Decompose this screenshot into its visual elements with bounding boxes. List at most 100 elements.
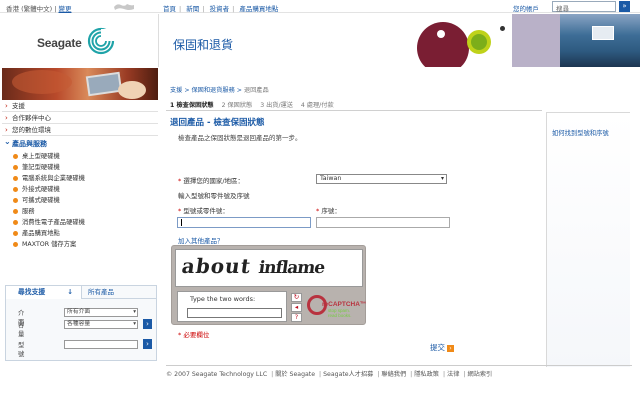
bullet-icon [13, 198, 18, 203]
bullet-icon [13, 209, 18, 214]
left-banner-photo [2, 68, 158, 100]
required-field-note: * 必要欄位 [178, 331, 210, 339]
breadcrumb: 支援 > 保固和退貨服務 > 退回產品 [170, 87, 269, 94]
account-link[interactable]: 您的帳戶 [513, 3, 539, 13]
tab-find-support[interactable]: 尋找支援 ↓ [6, 286, 82, 299]
step-4: 4 處理/付款 [300, 102, 334, 109]
world-map-icon [114, 4, 134, 10]
captcha-input[interactable] [187, 308, 282, 318]
footer-sitemap-link[interactable]: 網站索引 [467, 371, 492, 378]
recaptcha-widget: about inflame Type the two words: ↻ ◂ ? … [171, 245, 366, 325]
seagate-logo[interactable]: Seagate [0, 14, 159, 67]
left-navigation: 支援 合作夥伴中心 您的數位環境 產品與服務 桌上型硬碟機 筆記型硬碟機 電腦系… [2, 100, 158, 250]
country-select[interactable]: Taiwan ▾ [316, 174, 447, 184]
bullet-icon [13, 242, 18, 247]
bullet-icon [13, 231, 18, 236]
nav-desktop-drives[interactable]: 桌上型硬碟機 [2, 151, 158, 162]
nav-portable-drives[interactable]: 可攜式硬碟機 [2, 195, 158, 206]
breadcrumb-support[interactable]: 支援 [170, 87, 182, 94]
footer-privacy-link[interactable]: 隱私政策 [414, 371, 439, 378]
decorative-dot [500, 26, 505, 31]
help-icon[interactable]: ? [291, 313, 302, 322]
nav-investors-link[interactable]: 投資者 [210, 5, 230, 13]
country-label: * 選擇您的國家/地區： [178, 177, 245, 185]
nav-digital-environment[interactable]: 您的數位環境 [2, 124, 158, 136]
bullet-icon [13, 176, 18, 181]
nav-partner-center[interactable]: 合作夥伴中心 [2, 112, 158, 124]
search-input[interactable]: 搜尋 [552, 1, 616, 13]
recaptcha-logo: reCAPTCHA™ stop spam. read books. [307, 293, 366, 321]
footer-about-link[interactable]: 關於 Seagate [275, 371, 315, 378]
page-title: 保固和退貨 [173, 38, 234, 52]
logo-wordmark: Seagate [37, 36, 82, 50]
arrow-right-icon: › [447, 344, 454, 352]
form-heading: 退回產品 - 檢查保固狀態 [170, 118, 265, 128]
nav-where-to-buy-link[interactable]: 產品購買地點 [239, 5, 278, 13]
captcha-response-area: Type the two words: [177, 291, 287, 322]
monitor-image [592, 26, 614, 40]
nav-services[interactable]: 服務 [2, 206, 158, 217]
submit-button[interactable]: 提交 › [430, 342, 454, 353]
model-number-input[interactable] [177, 217, 311, 228]
refresh-icon[interactable]: ↻ [291, 293, 302, 302]
audio-icon[interactable]: ◂ [291, 303, 302, 312]
decorative-circle [417, 22, 469, 67]
laptop-image [12, 70, 146, 99]
nav-home-link[interactable]: 首頁 [163, 5, 176, 13]
breadcrumb-warranty[interactable]: 保固和退貨服務 [192, 87, 235, 94]
banner-photo [560, 14, 640, 67]
region-label: 香港 (繁體中文) [6, 5, 53, 13]
captcha-prompt: Type the two words: [190, 295, 256, 303]
capacity-select[interactable]: 各種容量 ▾ [64, 320, 138, 329]
nav-enterprise-drives[interactable]: 電腦系統與企業硬碟機 [2, 173, 158, 184]
serial-number-label: * 序號： [316, 207, 341, 215]
region-change-link[interactable]: 變更 [58, 5, 71, 13]
captcha-word-2: inflame [257, 258, 326, 278]
chevron-down-icon: ▾ [133, 321, 136, 327]
nav-maxtor[interactable]: MAXTOR 儲存方案 [2, 239, 158, 250]
nav-consumer-electronics[interactable]: 消費性電子產品硬碟機 [2, 217, 158, 228]
add-product-link[interactable]: 加入其他產品？ [178, 235, 224, 245]
nav-external-drives[interactable]: 外接式硬碟機 [2, 184, 158, 195]
search-button[interactable]: » [619, 1, 630, 12]
nav-support[interactable]: 支援 [2, 100, 158, 112]
bullet-icon [13, 165, 18, 170]
serial-number-input[interactable] [316, 217, 450, 228]
seagate-swirl-icon [87, 27, 115, 55]
decorative-circle-green [467, 30, 491, 54]
bullet-icon [13, 187, 18, 192]
model-go-button[interactable]: › [143, 339, 152, 349]
enter-numbers-label: 輸入型號和零件號及序號 [178, 192, 250, 200]
support-tabs: 尋找支援 ↓ 所有產品 [6, 286, 156, 299]
arrow-down-icon: ↓ [67, 288, 73, 296]
interface-go-button[interactable]: › [143, 319, 152, 329]
model-search-input[interactable] [64, 340, 138, 349]
nav-where-to-buy[interactable]: 產品購買地點 [2, 228, 158, 239]
footer: © 2007 Seagate Technology LLC | 關於 Seagat… [166, 365, 632, 378]
nav-news-link[interactable]: 新聞 [186, 5, 199, 13]
model-number-label: * 型號或零件號： [178, 207, 229, 215]
breadcrumb-current: 退回產品 [243, 87, 269, 94]
help-sidebar: 如何找到型號和序號 [546, 112, 630, 367]
chevron-down-icon: ▾ [440, 175, 444, 182]
footer-contact-link[interactable]: 聯絡我們 [381, 371, 406, 378]
capacity-label: 容量 [18, 322, 25, 338]
tab-all-products[interactable]: 所有產品 [88, 286, 114, 299]
bullet-icon [13, 154, 18, 159]
captcha-image: about inflame [175, 249, 363, 287]
find-model-serial-link[interactable]: 如何找到型號和序號 [552, 128, 609, 137]
form-intro: 檢查產品之保固狀態是退回產品的第一步。 [178, 134, 302, 142]
step-2: 2 保固狀態 [221, 102, 253, 109]
step-3: 3 出貨/運送 [260, 102, 293, 109]
nav-products-services[interactable]: 產品與服務 [2, 135, 158, 151]
top-nav: 首頁 | 新聞 | 投資者 | 產品購買地點 [163, 5, 279, 13]
progress-steps: 1 檢查保固狀態 2 保固狀態 3 出貨/運送 4 處理/付款 [170, 100, 340, 109]
interface-select[interactable]: 所有介面 ▾ [64, 308, 138, 317]
footer-legal-link[interactable]: 法律 [447, 371, 459, 378]
copyright: © 2007 Seagate Technology LLC [166, 371, 268, 378]
find-support-box: 尋找支援 ↓ 所有產品 介面 所有介面 ▾ 容量 各種容量 ▾ › 型號 › [5, 285, 157, 361]
captcha-word-1: about [180, 254, 253, 278]
step-1: 1 檢查保固狀態 [170, 102, 214, 109]
nav-notebook-drives[interactable]: 筆記型硬碟機 [2, 162, 158, 173]
footer-careers-link[interactable]: Seagate人才招募 [323, 371, 373, 378]
